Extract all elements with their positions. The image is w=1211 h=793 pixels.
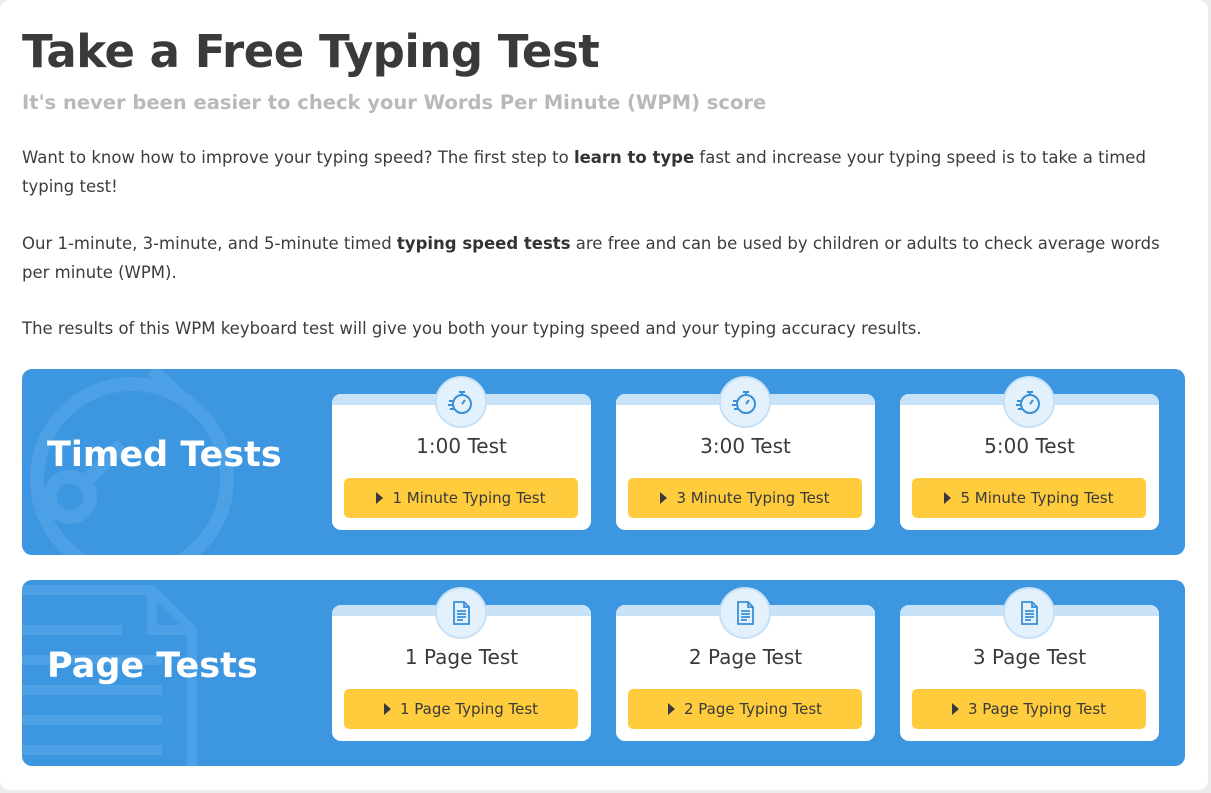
timed-tests-title: Timed Tests: [47, 435, 282, 475]
card-label: 2 Page Test: [688, 645, 803, 669]
learn-to-type-link[interactable]: learn to type: [574, 148, 694, 167]
timed-test-card-3min: 3:00 Test 3 Minute Typing Test: [616, 376, 875, 530]
play-icon: [383, 703, 391, 715]
page-tests-section: Page Tests 1 Page Test 1 Page Typing Tes…: [22, 580, 1185, 766]
page-test-card-2: 2 Page Test 2 Page Typing Test: [616, 587, 875, 741]
document-icon: [1003, 587, 1055, 639]
3-page-test-button[interactable]: 3 Page Typing Test: [912, 689, 1146, 729]
intro-text: Want to know how to improve your typing …: [22, 148, 574, 167]
timed-tests-section: Timed Tests 1:00 Test 1 Minute Typing Te…: [22, 369, 1185, 555]
card-label: 1:00 Test: [416, 434, 507, 458]
page-test-card-3: 3 Page Test 3 Page Typing Test: [900, 587, 1159, 741]
timed-test-card-1min: 1:00 Test 1 Minute Typing Test: [332, 376, 591, 530]
card-label: 5:00 Test: [984, 434, 1075, 458]
intro-paragraph-2: Our 1-minute, 3-minute, and 5-minute tim…: [22, 229, 1187, 287]
stopwatch-icon: [719, 376, 771, 428]
page-tests-title: Page Tests: [47, 646, 258, 686]
button-label: 1 Page Typing Test: [399, 700, 539, 718]
play-icon: [944, 492, 952, 504]
play-icon: [951, 703, 959, 715]
play-icon: [667, 703, 675, 715]
intro-text: Our 1-minute, 3-minute, and 5-minute tim…: [22, 234, 397, 253]
page-title: Take a Free Typing Test: [22, 25, 600, 78]
button-label: 2 Page Typing Test: [683, 700, 823, 718]
typing-test-panel: Take a Free Typing Test It's never been …: [0, 0, 1208, 790]
card-label: 3 Page Test: [972, 645, 1087, 669]
card-label: 1 Page Test: [404, 645, 519, 669]
intro-paragraph-3: The results of this WPM keyboard test wi…: [22, 319, 922, 338]
card-label: 3:00 Test: [700, 434, 791, 458]
page-subtitle: It's never been easier to check your Wor…: [22, 91, 767, 114]
page-test-card-1: 1 Page Test 1 Page Typing Test: [332, 587, 591, 741]
button-label: 1 Minute Typing Test: [392, 489, 546, 507]
stopwatch-icon: [435, 376, 487, 428]
1-page-test-button[interactable]: 1 Page Typing Test: [344, 689, 578, 729]
1-minute-test-button[interactable]: 1 Minute Typing Test: [344, 478, 578, 518]
2-page-test-button[interactable]: 2 Page Typing Test: [628, 689, 862, 729]
document-icon: [719, 587, 771, 639]
button-label: 5 Minute Typing Test: [960, 489, 1114, 507]
stopwatch-icon: [1003, 376, 1055, 428]
typing-speed-tests-link[interactable]: typing speed tests: [397, 234, 571, 253]
timed-test-card-5min: 5:00 Test 5 Minute Typing Test: [900, 376, 1159, 530]
intro-paragraph-1: Want to know how to improve your typing …: [22, 143, 1187, 201]
3-minute-test-button[interactable]: 3 Minute Typing Test: [628, 478, 862, 518]
document-icon: [435, 587, 487, 639]
button-label: 3 Minute Typing Test: [676, 489, 830, 507]
play-icon: [376, 492, 384, 504]
play-icon: [660, 492, 668, 504]
5-minute-test-button[interactable]: 5 Minute Typing Test: [912, 478, 1146, 518]
button-label: 3 Page Typing Test: [967, 700, 1107, 718]
